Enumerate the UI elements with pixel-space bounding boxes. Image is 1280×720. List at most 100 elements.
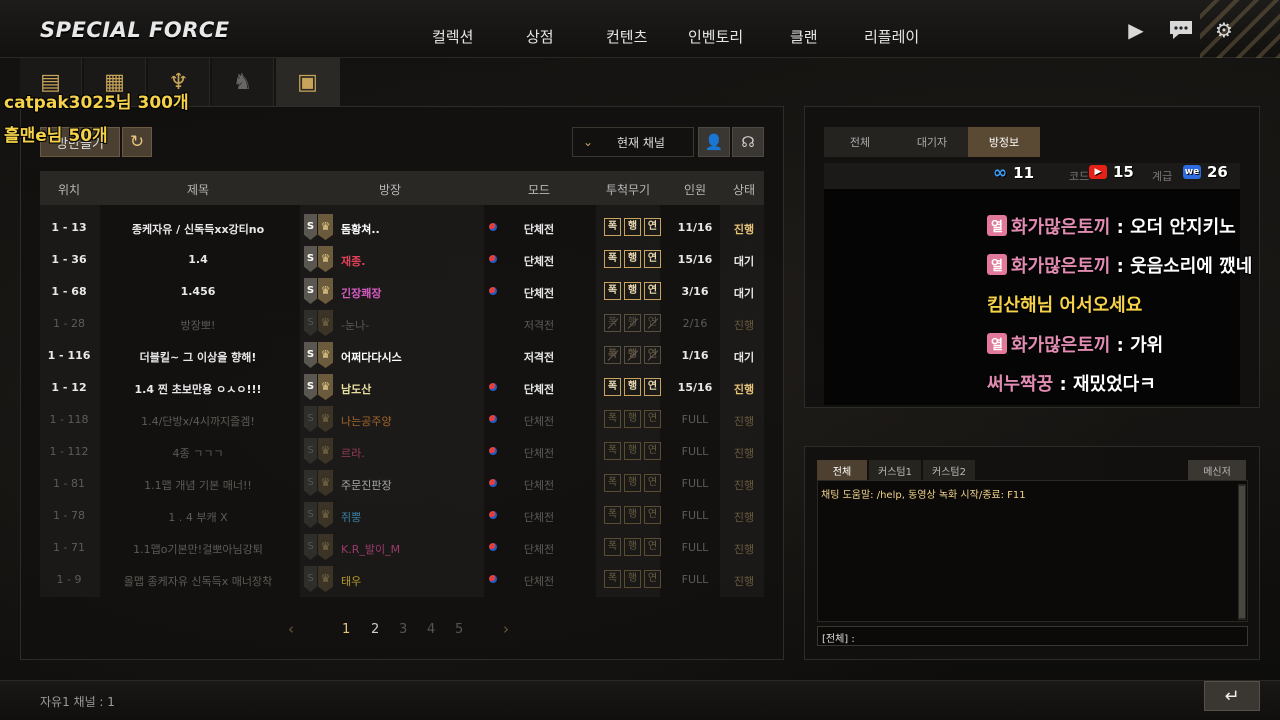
channel-select[interactable]: ⌄ 현재 채널	[572, 127, 694, 157]
nav-shop[interactable]: 상점	[526, 26, 554, 47]
nav-clan[interactable]: 클랜	[790, 26, 818, 47]
room-title: 1 . 4 부캐 X	[168, 511, 228, 524]
room-players: 15/16	[677, 253, 713, 266]
chat-nick: 화가많은토끼	[1010, 335, 1111, 356]
page-3[interactable]: 3	[399, 622, 407, 637]
whisper-ear-icon[interactable]: ☊	[732, 127, 764, 157]
korea-flag-icon	[489, 511, 497, 519]
weapon-flag: 폭	[604, 442, 621, 460]
table-row[interactable]: 1 - 9 올맵 종케자유 신독득x 매너장착 S ♛ 태우 단체전 폭 행 연 FULL 진행	[40, 563, 764, 595]
room-mode: 저격전	[523, 319, 555, 332]
room-host: 주문진판장	[341, 479, 392, 492]
rank-badge-icon: S	[304, 502, 317, 528]
room-host: 재종.	[341, 255, 366, 268]
room-players: FULL	[681, 413, 709, 426]
room-location: 1 - 68	[51, 285, 87, 298]
table-row[interactable]: 1 - 116 더블킬~ 그 이상을 향해! S ♛ 어쩌다다시스 저격전 폭 행 연 1/16 대…	[40, 339, 764, 371]
header-title[interactable]: 제목	[187, 181, 209, 198]
room-host: 남도산	[341, 383, 372, 396]
room-players: 1/16	[681, 349, 709, 362]
room-players: 15/16	[677, 381, 713, 394]
supply-box-icon[interactable]: ▣	[276, 58, 340, 106]
weapon-flag: 행	[624, 378, 641, 396]
table-row[interactable]: 1 - 71 1.1맵o기본만!걸뽀아님강퇴 S ♛ K.R_발이_M 단체전 폭 행 연 FUL…	[40, 531, 764, 563]
rank-badge-icon: S	[304, 374, 317, 400]
chat-log	[817, 480, 1248, 622]
room-players: FULL	[681, 541, 709, 554]
prev-page-icon[interactable]: ‹	[288, 620, 294, 638]
table-row[interactable]: 1 - 68 1.456 S ♛ 긴장쾌장 단체전 폭 행 연 3/16 대기	[40, 275, 764, 307]
weapon-flag: 폭	[604, 538, 621, 556]
room-mode: 단체전	[523, 255, 555, 268]
room-players: 2/16	[682, 317, 708, 330]
table-row[interactable]: 1 - 112 4종 ㄱㄱㄱ S ♛ 르라. 단체전 폭 행 연 FULL 진행	[40, 435, 764, 467]
refresh-icon[interactable]: ↻	[122, 127, 152, 157]
invite-user-icon[interactable]: 👤	[698, 127, 730, 157]
room-mode: 저격전	[523, 351, 555, 364]
messenger-button[interactable]: 메신저	[1188, 460, 1246, 480]
weapon-flag: 폭	[604, 474, 621, 492]
viewer-count-value: 26	[1207, 163, 1228, 181]
weapon-flag: 폭	[604, 410, 621, 428]
room-mode: 단체전	[523, 287, 555, 300]
room-location: 1 - 28	[53, 317, 85, 330]
viewer-count-2: ▶ 15	[1089, 163, 1134, 181]
tab-room-info[interactable]: 방정보	[968, 127, 1040, 157]
table-row[interactable]: 1 - 118 1.4/단방x/4시까지즐겜! S ♛ 나는공주양 단체전 폭 행 연 FULL 진…	[40, 403, 764, 435]
table-row[interactable]: 1 - 12 1.4 찐 초보만용 ㅇㅅㅇ!!! S ♛ 남도산 단체전 폭 행 연 15/16 진…	[40, 371, 764, 403]
weapon-flag: 폭	[604, 378, 621, 396]
page-5[interactable]: 5	[455, 622, 463, 637]
tab-all[interactable]: 전체	[824, 127, 896, 157]
infinity-icon: ∞	[993, 163, 1008, 183]
room-mode: 단체전	[523, 415, 555, 428]
tab-waiting[interactable]: 대기자	[896, 127, 968, 157]
weapon-flag: 폭	[604, 346, 621, 364]
table-row[interactable]: 1 - 36 1.4 S ♛ 재종. 단체전 폭 행 연 15/16 대기	[40, 243, 764, 275]
crown-icon: ♛	[318, 374, 333, 400]
weapon-flag: 폭	[604, 218, 621, 236]
crown-icon: ♛	[318, 278, 333, 304]
header-location[interactable]: 위치	[58, 181, 80, 198]
rank-badge-icon: S	[304, 566, 317, 592]
chat-input[interactable]: [전체] :	[817, 626, 1248, 646]
sub-header-code: 코드	[1069, 170, 1090, 183]
crown-icon: ♛	[318, 406, 333, 432]
room-location: 1 - 36	[51, 253, 87, 266]
rank-badge-icon: S	[304, 246, 317, 272]
header-status[interactable]: 상태	[733, 181, 755, 198]
header-weapons[interactable]: 투척무기	[606, 181, 650, 198]
room-players: FULL	[681, 573, 709, 586]
table-row[interactable]: 1 - 28 방장뽀! S ♛ -눈나- 저격전 폭 행 연 2/16 진행	[40, 307, 764, 339]
nav-collection[interactable]: 컬렉션	[432, 26, 473, 47]
table-row[interactable]: 1 - 13 종케자유 / 신독득xx강티no S ♛ 돔황쳐.. 단체전 폭 행 연 11/16…	[40, 211, 764, 243]
chat-tab-custom2[interactable]: 커스텀2	[923, 460, 975, 480]
header-mode[interactable]: 모드	[528, 181, 550, 198]
weapon-flag: 행	[624, 506, 641, 524]
room-host: 나는공주양	[341, 415, 392, 428]
next-page-icon[interactable]: ›	[503, 620, 509, 638]
nav-contents[interactable]: 컨텐츠	[606, 26, 647, 47]
enter-icon[interactable]: ↵	[1204, 681, 1260, 711]
play-icon[interactable]: ▶	[1124, 18, 1148, 42]
stream-chat-line: 열 화가많은토끼 : 가위	[987, 331, 1163, 357]
weapon-flag: 연	[644, 410, 661, 428]
page-1[interactable]: 1	[342, 622, 350, 637]
chat-tab-all[interactable]: 전체	[817, 460, 867, 480]
chat-scrollbar[interactable]	[1238, 484, 1246, 620]
page-4[interactable]: 4	[427, 622, 435, 637]
gear-icon[interactable]: ⚙	[1212, 18, 1236, 42]
header-host[interactable]: 방장	[379, 181, 401, 198]
chat-tab-custom1[interactable]: 커스텀1	[869, 460, 921, 480]
weapon-flag: 연	[644, 314, 661, 332]
nav-replay[interactable]: 리플레이	[864, 26, 919, 47]
table-row[interactable]: 1 - 78 1 . 4 부캐 X S ♛ 쥐뿡 단체전 폭 행 연 FULL 진행	[40, 499, 764, 531]
room-title: 1.1맵 개념 기본 매너!!	[144, 479, 252, 492]
chat-bubble-icon[interactable]	[1166, 18, 1196, 42]
game-logo: SPECIAL FORCE	[40, 18, 230, 42]
page-2[interactable]: 2	[371, 622, 379, 637]
soldier-icon[interactable]: ♞	[212, 58, 274, 106]
table-row[interactable]: 1 - 81 1.1맵 개념 기본 매너!! S ♛ 주문진판장 단체전 폭 행 연 FULL 진행	[40, 467, 764, 499]
header-players[interactable]: 인원	[684, 181, 706, 198]
nav-inventory[interactable]: 인벤토리	[688, 26, 743, 47]
room-title: 1.4 찐 초보만용 ㅇㅅㅇ!!!	[134, 383, 262, 396]
